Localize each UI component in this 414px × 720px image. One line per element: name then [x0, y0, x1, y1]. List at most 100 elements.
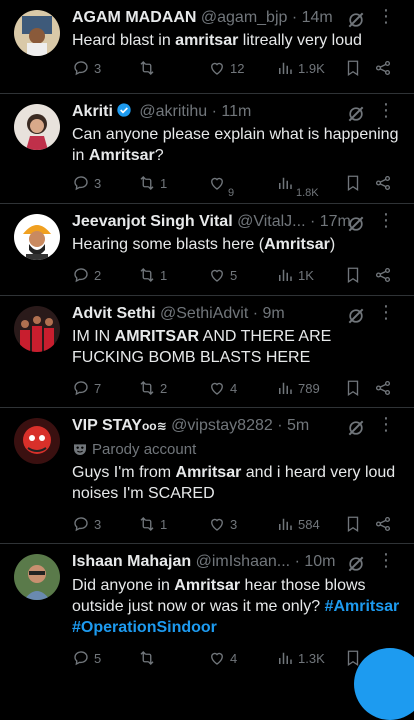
timestamp[interactable]: · 5m	[277, 417, 309, 434]
share-icon	[374, 59, 392, 77]
timestamp[interactable]: · 11m	[212, 103, 252, 120]
reply-icon	[72, 266, 90, 284]
share-button[interactable]	[374, 173, 396, 193]
hashtag-link[interactable]: #Amritsar	[325, 598, 400, 615]
views-button[interactable]: 1.9K	[276, 58, 325, 78]
grok-icon[interactable]	[346, 214, 366, 234]
author-name[interactable]: AGAM MADAAN	[72, 9, 196, 26]
retweet-button[interactable]: 1	[138, 265, 167, 285]
more-icon[interactable]: ⋮	[377, 210, 396, 231]
avatar[interactable]	[14, 10, 60, 56]
compose-fab-button[interactable]	[354, 648, 414, 720]
share-button[interactable]	[374, 265, 396, 285]
author-name[interactable]: Ishaan Mahajan	[72, 553, 191, 570]
more-icon[interactable]: ⋮	[377, 550, 396, 571]
share-icon	[374, 266, 392, 284]
avatar[interactable]	[14, 418, 60, 464]
share-button[interactable]	[374, 58, 396, 78]
avatar[interactable]	[14, 104, 60, 150]
views-button[interactable]: 789	[276, 378, 320, 398]
bookmark-button[interactable]	[344, 378, 366, 398]
grok-icon[interactable]	[346, 306, 366, 326]
timestamp[interactable]: · 9m	[253, 305, 285, 322]
bookmark-button[interactable]	[344, 265, 366, 285]
reply-icon	[72, 59, 90, 77]
more-icon[interactable]: ⋮	[377, 100, 396, 121]
more-icon[interactable]: ⋮	[377, 302, 396, 323]
bookmark-button[interactable]	[344, 58, 366, 78]
author-name[interactable]: Advit Sethi	[72, 305, 156, 322]
tweet-actions: 2 1 5 1K	[72, 265, 400, 285]
verified-badge-icon	[117, 103, 131, 117]
bookmark-button[interactable]	[344, 173, 366, 193]
parody-mask-icon	[74, 444, 86, 455]
like-button[interactable]: 12	[208, 58, 244, 78]
views-button[interactable]: 584	[276, 514, 320, 534]
views-button[interactable]: 1K	[276, 265, 314, 285]
more-icon[interactable]: ⋮	[377, 414, 396, 435]
like-button[interactable]: 3	[208, 514, 237, 534]
tweet[interactable]: Jeevanjot Singh Vital @VitalJ... · 17m ⋮…	[0, 204, 414, 296]
like-button[interactable]: 5	[208, 265, 237, 285]
views-icon	[276, 515, 294, 533]
timestamp[interactable]: · 17m	[310, 213, 351, 230]
bookmark-button[interactable]	[344, 514, 366, 534]
reply-button[interactable]: 3	[72, 58, 101, 78]
bookmark-icon	[344, 379, 362, 397]
timestamp[interactable]: · 14m	[292, 9, 333, 26]
retweet-button[interactable]: 1	[138, 173, 167, 193]
views-button[interactable]	[276, 173, 298, 193]
reply-button[interactable]: 7	[72, 378, 101, 398]
author-handle[interactable]: @VitalJ...	[237, 213, 305, 230]
tweet-text: Did anyone in Amritsar hear those blows …	[72, 577, 400, 636]
retweet-button[interactable]	[138, 58, 160, 78]
author-handle[interactable]: @akritihu	[139, 103, 207, 120]
like-button[interactable]	[208, 173, 230, 193]
share-icon	[374, 379, 392, 397]
share-button[interactable]	[374, 514, 396, 534]
views-button[interactable]: 1.3K	[276, 648, 325, 668]
author-handle[interactable]: @agam_bjp	[201, 9, 288, 26]
tweet[interactable]: Advit Sethi @SethiAdvit · 9m ⋮ IM IN AMR…	[0, 296, 414, 408]
like-icon	[208, 266, 226, 284]
grok-icon[interactable]	[346, 554, 366, 574]
grok-icon[interactable]	[346, 418, 366, 438]
reply-button[interactable]: 2	[72, 265, 101, 285]
avatar[interactable]	[14, 214, 60, 260]
like-icon	[208, 515, 226, 533]
author-name[interactable]: Jeevanjot Singh Vital	[72, 213, 233, 230]
like-icon	[208, 59, 226, 77]
like-button[interactable]: 4	[208, 378, 237, 398]
author-handle[interactable]: @imIshaan...	[196, 553, 291, 570]
views-icon	[276, 174, 294, 192]
tweet[interactable]: VIP STAYᴏᴏ≋ @vipstay8282 · 5m ⋮ Parody a…	[0, 408, 414, 544]
tweet[interactable]: AGAM MADAAN @agam_bjp · 14m ⋮ Heard blas…	[0, 0, 414, 94]
like-button[interactable]: 4	[208, 648, 237, 668]
tweet[interactable]: Ishaan Mahajan @imIshaan... · 10m ⋮ Did …	[0, 544, 414, 720]
tweet-text: IM IN AMRITSAR AND THERE ARE FUCKING BOM…	[72, 328, 332, 366]
reply-button[interactable]: 5	[72, 648, 101, 668]
author-handle[interactable]: @vipstay8282	[171, 417, 273, 434]
author-name[interactable]: VIP STAYᴏᴏ≋	[72, 417, 167, 434]
grok-icon[interactable]	[346, 104, 366, 124]
hashtag-link[interactable]: #OperationSindoor	[72, 619, 217, 636]
retweet-button[interactable]	[138, 648, 160, 668]
avatar[interactable]	[14, 306, 60, 352]
avatar[interactable]	[14, 554, 60, 600]
reply-button[interactable]: 3	[72, 514, 101, 534]
share-button[interactable]	[374, 378, 396, 398]
tweet[interactable]: Akriti @akritihu · 11m ⋮ Can anyone plea…	[0, 94, 414, 204]
timestamp[interactable]: · 10m	[295, 553, 336, 570]
views-icon	[276, 649, 294, 667]
reply-button[interactable]: 3	[72, 173, 101, 193]
author-name[interactable]: Akriti	[72, 103, 113, 120]
grok-icon[interactable]	[346, 10, 366, 30]
retweet-icon	[138, 515, 156, 533]
retweet-button[interactable]: 2	[138, 378, 167, 398]
tweet-text: Guys I'm from Amritsar and i heard very …	[72, 464, 396, 502]
retweet-button[interactable]: 1	[138, 514, 167, 534]
view-count: 1.8K	[296, 187, 319, 199]
more-icon[interactable]: ⋮	[377, 6, 396, 27]
reply-icon	[72, 515, 90, 533]
author-handle[interactable]: @SethiAdvit	[160, 305, 248, 322]
